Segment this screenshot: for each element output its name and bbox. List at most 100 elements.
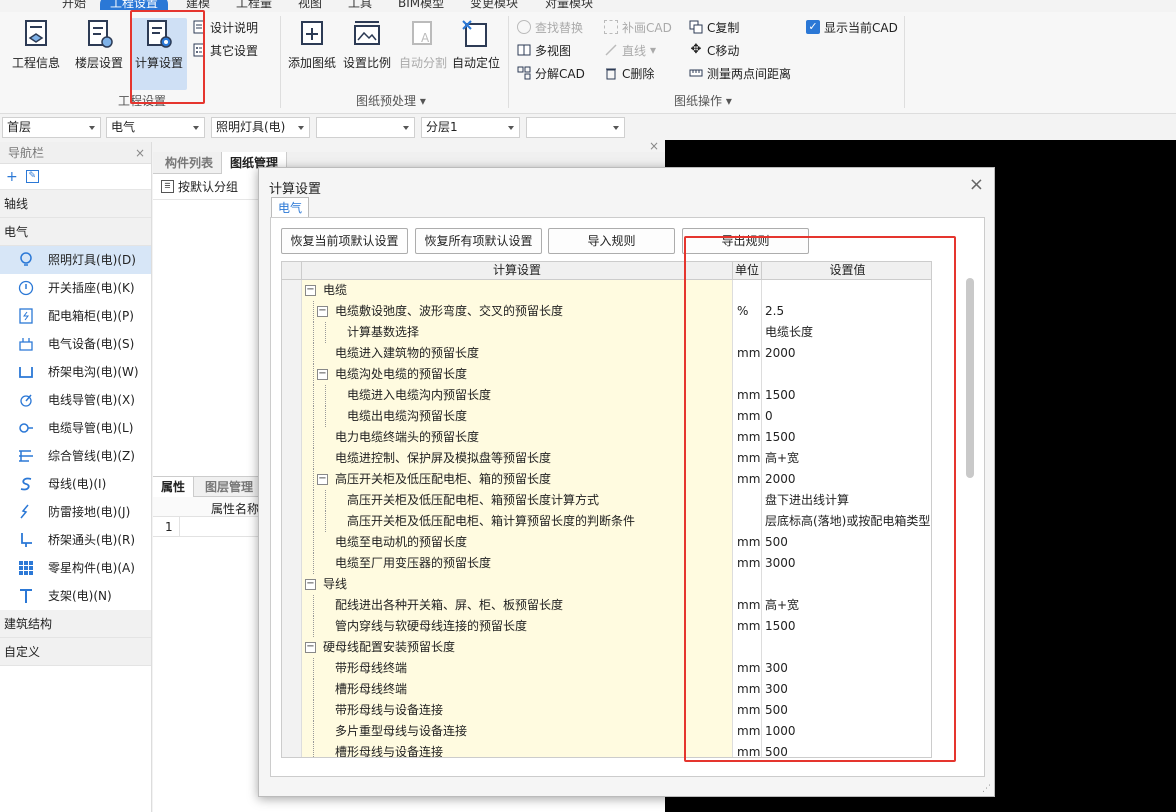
menu-bim-model[interactable]: BIM模型 [398, 0, 444, 10]
tree-line [313, 322, 314, 343]
row-gutter [282, 427, 302, 448]
auto-locate-button[interactable]: 自动定位 [450, 18, 502, 80]
menu-view[interactable]: 视图 [298, 0, 322, 10]
extra-select[interactable] [526, 117, 625, 138]
grid-icon [19, 561, 33, 575]
import-rules-button[interactable]: 导入规则 [548, 228, 675, 254]
tab-component-list[interactable]: 构件列表 [157, 152, 221, 174]
setting-name: 电缆至厂用变压器的预留长度 [335, 556, 492, 570]
c-copy-button[interactable]: C复制 [689, 18, 739, 36]
nav-toolbar: + ✎ [0, 164, 151, 190]
tree-line [313, 553, 314, 574]
nav-item-6[interactable]: 电缆导管(电)(L) [0, 414, 151, 442]
menu-compare-module[interactable]: 对量模块 [545, 0, 593, 10]
measure-distance-button[interactable]: 测量两点间距离 [689, 64, 791, 82]
collapse-toggle-icon[interactable]: − [317, 306, 328, 317]
edit-icon[interactable]: ✎ [25, 170, 39, 183]
nav-item-3[interactable]: 电气设备(电)(S) [0, 330, 151, 358]
setting-name: 高压开关柜及低压配电柜、箱预留长度计算方式 [347, 493, 600, 507]
tab-layer-management[interactable]: 图层管理 [197, 477, 261, 497]
restore-current-default-button[interactable]: 恢复当前项默认设置 [281, 228, 408, 254]
multi-view-button[interactable]: 多视图 [517, 41, 571, 59]
menu-project-settings[interactable]: 工程设置 [100, 0, 169, 10]
nav-item-label: 桥架电沟(电)(W) [48, 365, 139, 379]
nav-item-12[interactable]: 支架(电)(N) [0, 582, 151, 610]
restore-all-default-button[interactable]: 恢复所有项默认设置 [415, 228, 542, 254]
collapse-toggle-icon[interactable]: − [317, 369, 328, 380]
busbar-icon [20, 477, 32, 491]
nav-item-9[interactable]: 防雷接地(电)(J) [0, 498, 151, 526]
add-drawing-button[interactable]: 添加图纸 [285, 18, 339, 80]
trash-icon [606, 68, 616, 80]
nav-section-axis[interactable]: 轴线 [0, 190, 151, 218]
collapse-toggle-icon[interactable]: − [317, 474, 328, 485]
find-replace-button[interactable]: 查找替换 [517, 18, 583, 36]
nav-item-7[interactable]: 综合管线(电)(Z) [0, 442, 151, 470]
auto-locate-label: 自动定位 [451, 56, 500, 70]
explode-cad-icon [517, 66, 531, 80]
c-delete-button[interactable]: C删除 [604, 64, 654, 82]
line-button[interactable]: 直线 ▾ [604, 41, 656, 59]
setting-name: 硬母线配置安装预留长度 [323, 640, 456, 654]
ruler-icon [689, 69, 703, 77]
collapse-toggle-icon[interactable]: − [305, 642, 316, 653]
row-gutter [282, 343, 302, 364]
add-icon[interactable]: + [6, 169, 18, 185]
nav-section-custom[interactable]: 自定义 [0, 638, 151, 666]
nav-item-4[interactable]: 桥架电沟(电)(W) [0, 358, 151, 386]
redraw-cad-button[interactable]: 补画CAD [604, 18, 672, 36]
menu-quantity[interactable]: 工程量 [236, 0, 272, 10]
setting-name-cell: 电缆出电缆沟预留长度 [302, 406, 733, 427]
menu-tools[interactable]: 工具 [348, 0, 372, 10]
nav-item-5[interactable]: 电线导管(电)(X) [0, 386, 151, 414]
auto-locate-icon [462, 20, 487, 47]
auto-split-button[interactable]: A 自动分割 [398, 18, 448, 80]
layer-select[interactable]: 分层1 [421, 117, 520, 138]
tab-electrical[interactable]: 电气 [271, 197, 309, 218]
grid-scrollbar[interactable] [966, 278, 974, 478]
menu-start[interactable]: 开始 [62, 0, 86, 10]
menu-modeling[interactable]: 建模 [186, 0, 210, 10]
floor-select[interactable]: 首层 [2, 117, 101, 138]
tree-line [313, 385, 314, 406]
explode-cad-button[interactable]: 分解CAD [517, 64, 585, 82]
set-scale-button[interactable]: 设置比例 [342, 18, 392, 80]
c-move-label: C移动 [707, 43, 740, 58]
close-icon[interactable]: × [649, 139, 659, 153]
component-select[interactable] [316, 117, 415, 138]
resize-grip-icon[interactable]: ⋰ [982, 784, 992, 794]
c-move-button[interactable]: ✥ C移动 [689, 41, 740, 59]
highlight-box-calc-settings [130, 10, 205, 104]
collapse-toggle-icon[interactable]: − [305, 285, 316, 296]
component-type-select[interactable]: 照明灯具(电) [211, 117, 310, 138]
filter-row: 首层 电气 照明灯具(电) 分层1 [0, 114, 1176, 142]
setting-name: 带形母线终端 [335, 661, 408, 675]
project-info-button[interactable]: 工程信息 [6, 18, 66, 80]
nav-item-10[interactable]: 桥架通头(电)(R) [0, 526, 151, 554]
nav-section-structure[interactable]: 建筑结构 [0, 610, 151, 638]
nav-item-11[interactable]: 零星构件(电)(A) [0, 554, 151, 582]
tree-line [313, 658, 314, 679]
nav-section-electrical[interactable]: 电气 [0, 218, 151, 246]
collapse-toggle-icon[interactable]: − [305, 579, 316, 590]
floor-settings-label: 楼层设置 [74, 56, 123, 70]
setting-name-cell: 配线进出各种开关箱、屏、柜、板预留长度 [302, 595, 733, 616]
close-icon[interactable]: × [969, 176, 984, 194]
floor-settings-button[interactable]: 楼层设置 [70, 18, 128, 80]
tab-properties[interactable]: 属性 [153, 477, 195, 497]
setting-name-cell: 槽形母线与设备连接 [302, 742, 733, 757]
tree-line [313, 469, 314, 490]
nav-item-1[interactable]: 开关插座(电)(K) [0, 274, 151, 302]
nav-item-label: 母线(电)(I) [48, 477, 107, 491]
default-group-button[interactable]: 按默认分组 [178, 178, 238, 195]
menu-change-module[interactable]: 变更模块 [470, 0, 518, 10]
nav-item-label: 防雷接地(电)(J) [48, 505, 131, 519]
discipline-select[interactable]: 电气 [106, 117, 205, 138]
show-current-cad-checkbox[interactable]: ✓ 显示当前CAD [806, 18, 898, 36]
nav-item-8[interactable]: 母线(电)(I) [0, 470, 151, 498]
nav-item-2[interactable]: 配电箱柜(电)(P) [0, 302, 151, 330]
nav-item-0[interactable]: 照明灯具(电)(D) [0, 246, 151, 274]
row-gutter [282, 490, 302, 511]
close-icon[interactable]: × [135, 142, 145, 164]
row-number: 1 [165, 520, 173, 534]
